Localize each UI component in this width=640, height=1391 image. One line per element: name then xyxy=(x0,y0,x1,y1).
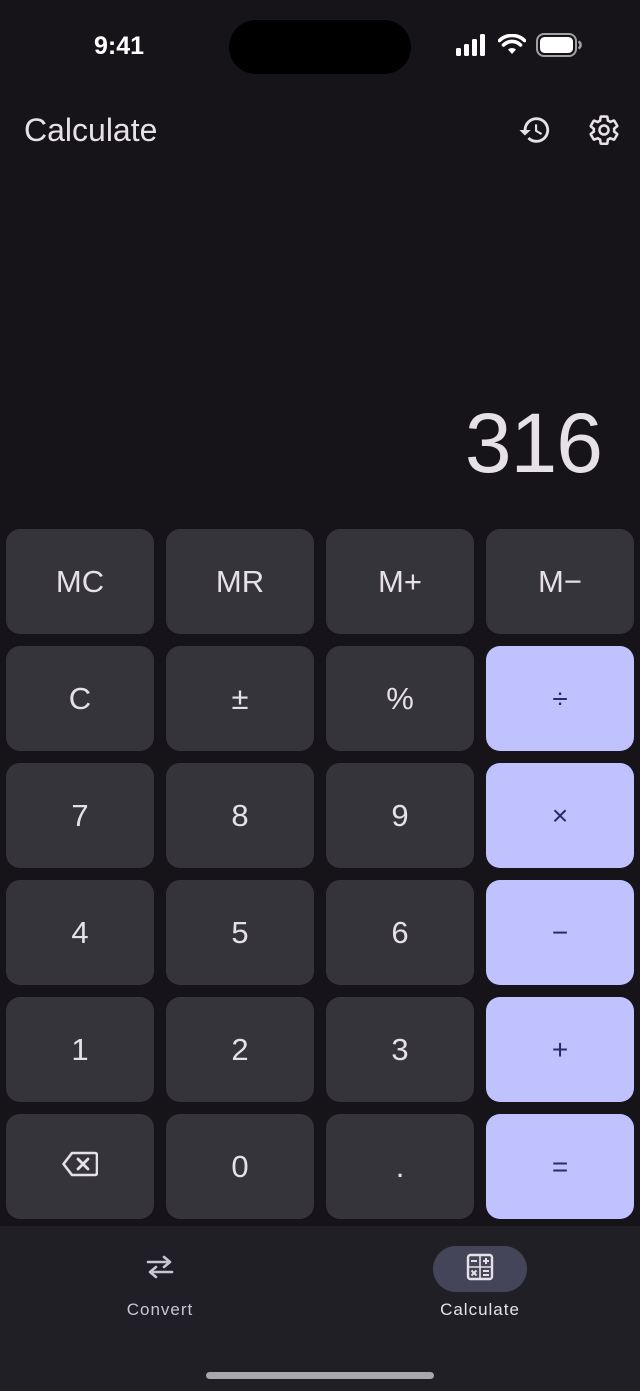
digit-9-key[interactable]: 9 xyxy=(326,763,474,868)
backspace-icon xyxy=(62,1149,99,1185)
memory-add-key[interactable]: M+ xyxy=(326,529,474,634)
keypad: MC MR M+ M− C ± % ÷ 7 8 9 × 4 5 6 − 1 2 … xyxy=(6,529,634,1219)
multiply-key[interactable]: × xyxy=(486,763,634,868)
nav-label-convert: Convert xyxy=(126,1300,194,1319)
memory-recall-key[interactable]: MR xyxy=(166,529,314,634)
nav-calculate-indicator xyxy=(433,1246,527,1292)
add-key[interactable]: + xyxy=(486,997,634,1102)
digit-4-key[interactable]: 4 xyxy=(6,880,154,985)
nav-convert-indicator xyxy=(113,1246,207,1292)
history-button[interactable] xyxy=(515,112,555,152)
digit-6-key[interactable]: 6 xyxy=(326,880,474,985)
nav-item-calculate[interactable]: Calculate xyxy=(400,1246,560,1336)
status-time: 9:41 xyxy=(94,32,145,60)
nav-label-calculate: Calculate xyxy=(440,1300,520,1319)
digit-2-key[interactable]: 2 xyxy=(166,997,314,1102)
page-title: Calculate xyxy=(24,112,158,148)
dynamic-island xyxy=(229,20,411,74)
digit-5-key[interactable]: 5 xyxy=(166,880,314,985)
result-display: 316 xyxy=(464,396,603,490)
clear-key[interactable]: C xyxy=(6,646,154,751)
app-header: Calculate xyxy=(0,100,640,164)
subtract-key[interactable]: − xyxy=(486,880,634,985)
digit-1-key[interactable]: 1 xyxy=(6,997,154,1102)
divide-key[interactable]: ÷ xyxy=(486,646,634,751)
digit-3-key[interactable]: 3 xyxy=(326,997,474,1102)
plus-minus-key[interactable]: ± xyxy=(166,646,314,751)
digit-0-key[interactable]: 0 xyxy=(166,1114,314,1219)
settings-gear-icon xyxy=(587,113,621,152)
digit-7-key[interactable]: 7 xyxy=(6,763,154,868)
percent-key[interactable]: % xyxy=(326,646,474,751)
digit-8-key[interactable]: 8 xyxy=(166,763,314,868)
nav-item-convert[interactable]: Convert xyxy=(80,1246,240,1336)
calculator-icon xyxy=(466,1253,494,1286)
battery-icon xyxy=(536,32,582,62)
equals-key[interactable]: = xyxy=(486,1114,634,1219)
status-icons xyxy=(456,32,582,62)
wifi-icon xyxy=(497,33,527,61)
decimal-key[interactable]: . xyxy=(326,1114,474,1219)
memory-subtract-key[interactable]: M− xyxy=(486,529,634,634)
history-icon xyxy=(518,113,552,152)
status-bar: 9:41 xyxy=(0,0,640,92)
bottom-navigation: Convert Calculate xyxy=(0,1226,640,1391)
home-indicator[interactable] xyxy=(206,1372,434,1379)
signal-icon xyxy=(456,33,488,61)
memory-clear-key[interactable]: MC xyxy=(6,529,154,634)
backspace-key[interactable] xyxy=(6,1114,154,1219)
swap-arrows-icon xyxy=(145,1254,175,1285)
settings-button[interactable] xyxy=(584,112,624,152)
